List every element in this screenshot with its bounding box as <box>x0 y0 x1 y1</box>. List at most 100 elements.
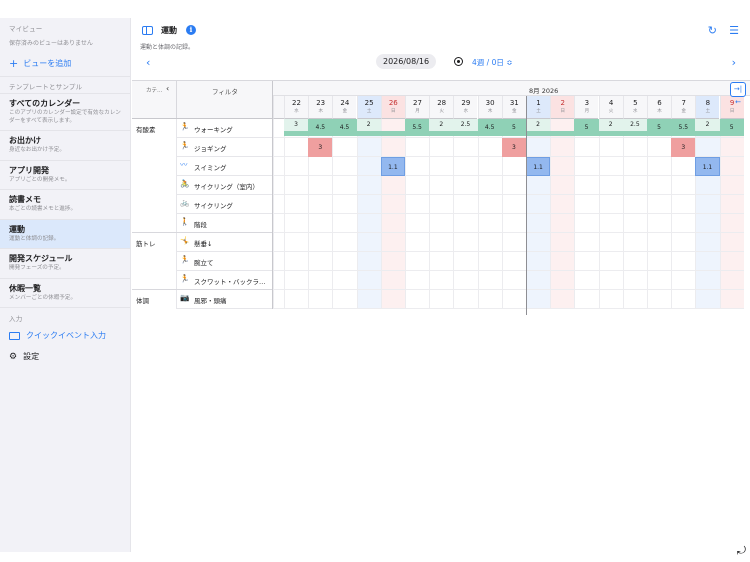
grid-cell[interactable] <box>332 214 357 233</box>
filter-header[interactable]: フィルタ <box>212 86 238 96</box>
grid-cell[interactable] <box>671 176 696 195</box>
grid-cell[interactable] <box>356 214 381 233</box>
activity-mark[interactable]: 2 <box>429 119 454 131</box>
grid-cell[interactable] <box>273 290 284 309</box>
day-header[interactable]: 23 木 <box>308 96 333 119</box>
grid-cell[interactable] <box>273 138 284 157</box>
grid-cell[interactable] <box>284 233 309 252</box>
day-header[interactable]: 27 月 <box>405 96 429 119</box>
grid-cell[interactable] <box>719 176 744 195</box>
day-header[interactable] <box>273 96 284 119</box>
grid-cell[interactable] <box>671 214 696 233</box>
sidebar-item[interactable]: すべてのカレンダー このアプリのカレンダー設定で有効なカレンダーをすべて表示します… <box>0 93 130 130</box>
day-header[interactable]: 22 水 <box>284 96 308 119</box>
day-header[interactable]: 2日 <box>550 96 575 119</box>
day-header[interactable]: 30 木 <box>477 96 502 119</box>
grid-cell[interactable] <box>574 176 599 195</box>
grid-cell[interactable] <box>380 195 405 214</box>
grid-cell[interactable] <box>308 195 333 214</box>
sidebar-toggle-icon[interactable] <box>142 26 153 35</box>
grid-cell[interactable] <box>308 157 333 176</box>
grid-cell[interactable] <box>526 271 551 290</box>
grid-cell[interactable] <box>405 214 430 233</box>
grid-cell[interactable] <box>647 195 672 214</box>
grid-cell[interactable] <box>598 157 623 176</box>
grid-cell[interactable] <box>308 214 333 233</box>
grid-cell[interactable] <box>622 271 647 290</box>
grid-cell[interactable] <box>695 138 720 157</box>
grid-cell[interactable] <box>284 138 309 157</box>
grid-cell[interactable] <box>719 290 744 309</box>
grid-cell[interactable] <box>647 176 672 195</box>
grid-cell[interactable] <box>356 157 381 176</box>
grid-cell[interactable] <box>574 271 599 290</box>
grid-cell[interactable] <box>550 252 575 271</box>
activity-mark[interactable]: 2 <box>526 119 551 131</box>
grid-cell[interactable] <box>332 138 357 157</box>
grid-row-label[interactable]: 🚴 サイクリング（室内） <box>132 176 273 195</box>
grid-cell[interactable] <box>598 214 623 233</box>
grid-cell[interactable] <box>273 157 284 176</box>
activity-mark[interactable]: 5 <box>719 119 744 136</box>
grid-row-label[interactable]: 🏃 腕立て <box>132 252 273 271</box>
grid-cell[interactable] <box>477 233 502 252</box>
grid-cell[interactable] <box>356 271 381 290</box>
grid-cell[interactable] <box>622 157 647 176</box>
grid-cell[interactable] <box>574 214 599 233</box>
grid-cell[interactable] <box>550 271 575 290</box>
grid-cell[interactable] <box>453 157 478 176</box>
activity-mark[interactable]: 5.5 <box>405 119 430 136</box>
grid-cell[interactable] <box>671 271 696 290</box>
grid-cell[interactable] <box>501 290 526 309</box>
grid-cell[interactable] <box>550 195 575 214</box>
chevron-right-icon[interactable]: › <box>732 56 736 69</box>
activity-mark[interactable]: 5.5 <box>671 119 696 136</box>
grid-cell[interactable] <box>622 252 647 271</box>
grid-cell[interactable] <box>622 233 647 252</box>
grid-cell[interactable] <box>719 233 744 252</box>
grid-cell[interactable] <box>429 290 454 309</box>
grid-cell[interactable] <box>647 290 672 309</box>
grid-cell[interactable] <box>477 176 502 195</box>
grid-cell[interactable] <box>332 176 357 195</box>
activity-mark[interactable]: 2 <box>356 119 381 131</box>
date-button[interactable]: 2026/08/16 <box>376 54 437 69</box>
grid-cell[interactable] <box>695 233 720 252</box>
grid-cell[interactable] <box>695 195 720 214</box>
grid-cell[interactable] <box>501 195 526 214</box>
grid-cell[interactable] <box>453 176 478 195</box>
grid-cell[interactable] <box>526 176 551 195</box>
grid-cell[interactable] <box>695 271 720 290</box>
grid-cell[interactable] <box>598 233 623 252</box>
grid-cell[interactable] <box>598 271 623 290</box>
grid-cell[interactable] <box>273 195 284 214</box>
grid-cell[interactable] <box>284 157 309 176</box>
chevron-left-icon[interactable]: ‹ <box>166 84 169 93</box>
activity-mark[interactable]: 3 <box>284 119 309 131</box>
grid-cell[interactable] <box>356 138 381 157</box>
today-target-icon[interactable] <box>454 57 463 66</box>
grid-cell[interactable] <box>526 214 551 233</box>
activity-mark[interactable]: 5 <box>574 119 599 136</box>
day-header[interactable]: 31 金 <box>501 96 526 119</box>
day-header[interactable]: 1土 <box>526 96 550 119</box>
grid-cell[interactable] <box>574 290 599 309</box>
day-header[interactable]: 4火 <box>598 96 623 119</box>
grid-cell[interactable] <box>671 290 696 309</box>
chevron-left-icon[interactable]: ‹ <box>146 56 150 69</box>
grid-cell[interactable] <box>356 252 381 271</box>
grid-cell[interactable] <box>356 290 381 309</box>
grid-cell[interactable] <box>273 233 284 252</box>
grid-cell[interactable] <box>284 176 309 195</box>
sidebar-item[interactable]: 休暇一覧 メンバーごとの休暇予定。 <box>0 277 130 308</box>
grid-cell[interactable] <box>671 252 696 271</box>
activity-mark[interactable]: 2.5 <box>453 119 478 131</box>
grid-cell[interactable] <box>405 138 430 157</box>
grid-cell[interactable] <box>453 290 478 309</box>
grid-cell[interactable] <box>647 252 672 271</box>
grid-cell[interactable] <box>501 157 526 176</box>
grid-cell[interactable] <box>284 195 309 214</box>
day-header[interactable]: 28 火 <box>429 96 454 119</box>
grid-row-label[interactable]: 🏃 ジョギング <box>132 138 273 157</box>
day-header[interactable]: 26 日 <box>380 96 405 119</box>
